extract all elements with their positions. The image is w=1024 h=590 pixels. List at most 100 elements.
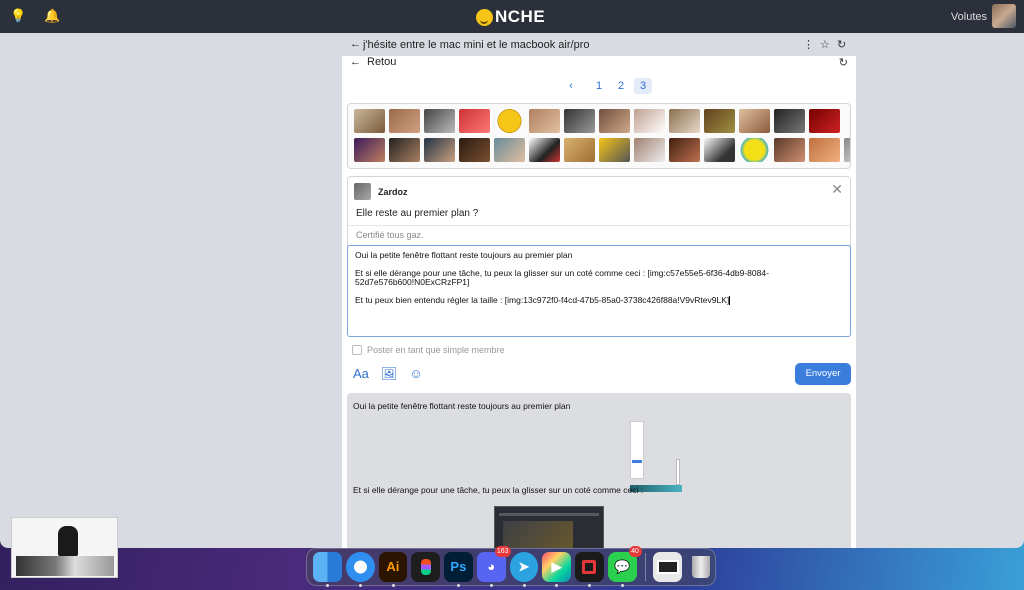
sticker[interactable]: [774, 109, 805, 133]
avatar[interactable]: [992, 4, 1016, 28]
sticker[interactable]: [389, 138, 420, 162]
messages-icon[interactable]: 💬 40: [607, 546, 642, 587]
sticker[interactable]: [774, 138, 805, 162]
divider: [348, 225, 850, 226]
post-author[interactable]: Zardoz: [378, 187, 408, 197]
page-2-button[interactable]: 2: [612, 78, 630, 94]
screen-recorder-icon[interactable]: [575, 552, 604, 587]
preview-screenshot-image[interactable]: [494, 506, 604, 548]
minimized-window-icon[interactable]: [653, 552, 683, 582]
picture-in-picture-video[interactable]: [11, 517, 118, 578]
more-options-icon[interactable]: ⋮: [803, 38, 814, 51]
running-indicator: [391, 584, 395, 587]
sticker[interactable]: [459, 138, 490, 162]
sticker-row: [354, 109, 840, 133]
close-icon[interactable]: ✕: [831, 181, 843, 198]
post-as-member-option[interactable]: Poster en tant que simple membre: [352, 345, 505, 355]
prev-page-button[interactable]: ‹: [562, 78, 580, 94]
emoji-icon[interactable]: ☺: [409, 367, 422, 381]
text-format-icon[interactable]: Aa: [353, 367, 369, 381]
sticker[interactable]: [739, 138, 770, 162]
running-indicator: [326, 584, 329, 587]
sticker[interactable]: [599, 138, 630, 162]
notification-badge: 163: [494, 546, 511, 557]
post-signature: Certifié tous gaz.: [356, 230, 424, 240]
sticker[interactable]: [599, 109, 630, 133]
sticker[interactable]: [494, 109, 525, 133]
safari-icon[interactable]: [345, 552, 375, 587]
sticker[interactable]: [564, 138, 595, 162]
sticker[interactable]: [564, 109, 595, 133]
thread-header: ← j'hésite entre le mac mini et le macbo…: [342, 35, 856, 55]
message-preview: Oui la petite fenêtre flottant reste tou…: [347, 393, 851, 548]
send-button[interactable]: Envoyer: [795, 363, 851, 385]
sticker[interactable]: [704, 109, 735, 133]
site-topbar: 💡 🔔 NCHE Volutes: [0, 0, 1024, 33]
sticker[interactable]: [809, 109, 840, 133]
sticker[interactable]: [424, 109, 455, 133]
illustrator-label: Ai: [386, 559, 400, 574]
sticker[interactable]: [424, 138, 455, 162]
running-indicator: [457, 584, 460, 587]
username[interactable]: Volutes: [951, 11, 987, 23]
sticker[interactable]: [844, 138, 850, 162]
running-indicator: [588, 584, 591, 587]
sticker[interactable]: [529, 109, 560, 133]
finder-icon[interactable]: [313, 552, 342, 587]
sticker[interactable]: [739, 109, 770, 133]
site-logo[interactable]: NCHE: [476, 7, 545, 27]
thread-title: j'hésite entre le mac mini et le macbook…: [363, 39, 590, 51]
video-desk: [16, 556, 114, 576]
preview-line: Et si elle dérange pour une tâche, tu pe…: [353, 485, 644, 495]
running-indicator: [522, 584, 526, 587]
video-person: [58, 526, 78, 556]
sticker[interactable]: [634, 109, 665, 133]
logo-text: NCHE: [495, 7, 546, 26]
sticker[interactable]: [809, 138, 840, 162]
sticker[interactable]: [354, 109, 385, 133]
sticker-row: [354, 138, 850, 162]
page-1-button[interactable]: 1: [590, 78, 608, 94]
editor-line: Et tu peux bien entendu régler la taille…: [355, 295, 843, 306]
refresh-icon[interactable]: ↻: [837, 38, 846, 51]
final-cut-icon[interactable]: ▶: [542, 552, 571, 587]
photoshop-icon[interactable]: Ps: [444, 552, 473, 587]
sticker[interactable]: [669, 138, 700, 162]
figma-icon[interactable]: [411, 552, 440, 582]
trash-can: [691, 556, 710, 578]
bell-icon[interactable]: 🔔: [44, 9, 60, 23]
trash-icon[interactable]: [686, 552, 715, 582]
pagination: ‹ 1 2 3: [562, 78, 652, 94]
notification-badge: 40: [628, 546, 642, 557]
sticker-picker[interactable]: [347, 103, 851, 169]
figma-logo: [420, 559, 431, 575]
sticker[interactable]: [389, 109, 420, 133]
add-image-icon[interactable]: 🖼: [381, 367, 398, 381]
smiley-icon: [476, 8, 493, 26]
sticker[interactable]: [529, 138, 560, 162]
telegram-icon[interactable]: ➤: [509, 552, 539, 587]
post-as-member-label: Poster en tant que simple membre: [367, 345, 505, 355]
star-icon[interactable]: ☆: [820, 38, 830, 51]
sticker[interactable]: [354, 138, 385, 162]
author-avatar[interactable]: [354, 183, 371, 200]
back-arrow-icon[interactable]: ←: [350, 38, 361, 50]
sticker[interactable]: [459, 109, 490, 133]
editor-line: Oui la petite fenêtre flottant reste tou…: [355, 250, 573, 260]
refresh-icon[interactable]: ↻: [839, 56, 848, 69]
sticker[interactable]: [704, 138, 735, 162]
back-label: Retou: [367, 56, 397, 68]
post-as-member-checkbox[interactable]: [352, 345, 362, 355]
lightbulb-icon[interactable]: 💡: [10, 9, 26, 23]
sticker[interactable]: [494, 138, 525, 162]
browser-window: 💡 🔔 NCHE Volutes ← j'hésite entre le mac…: [0, 0, 1024, 548]
discord-icon[interactable]: ◕ 163: [476, 546, 511, 587]
reply-textarea[interactable]: Oui la petite fenêtre flottant reste tou…: [347, 245, 851, 337]
illustrator-icon[interactable]: Ai: [378, 552, 408, 587]
preview-line: Oui la petite fenêtre flottant reste tou…: [353, 401, 571, 411]
page-3-button[interactable]: 3: [634, 78, 652, 94]
sticker[interactable]: [634, 138, 665, 162]
back-button[interactable]: ← Retou: [350, 56, 396, 68]
back-arrow-icon: ←: [350, 56, 361, 68]
sticker[interactable]: [669, 109, 700, 133]
